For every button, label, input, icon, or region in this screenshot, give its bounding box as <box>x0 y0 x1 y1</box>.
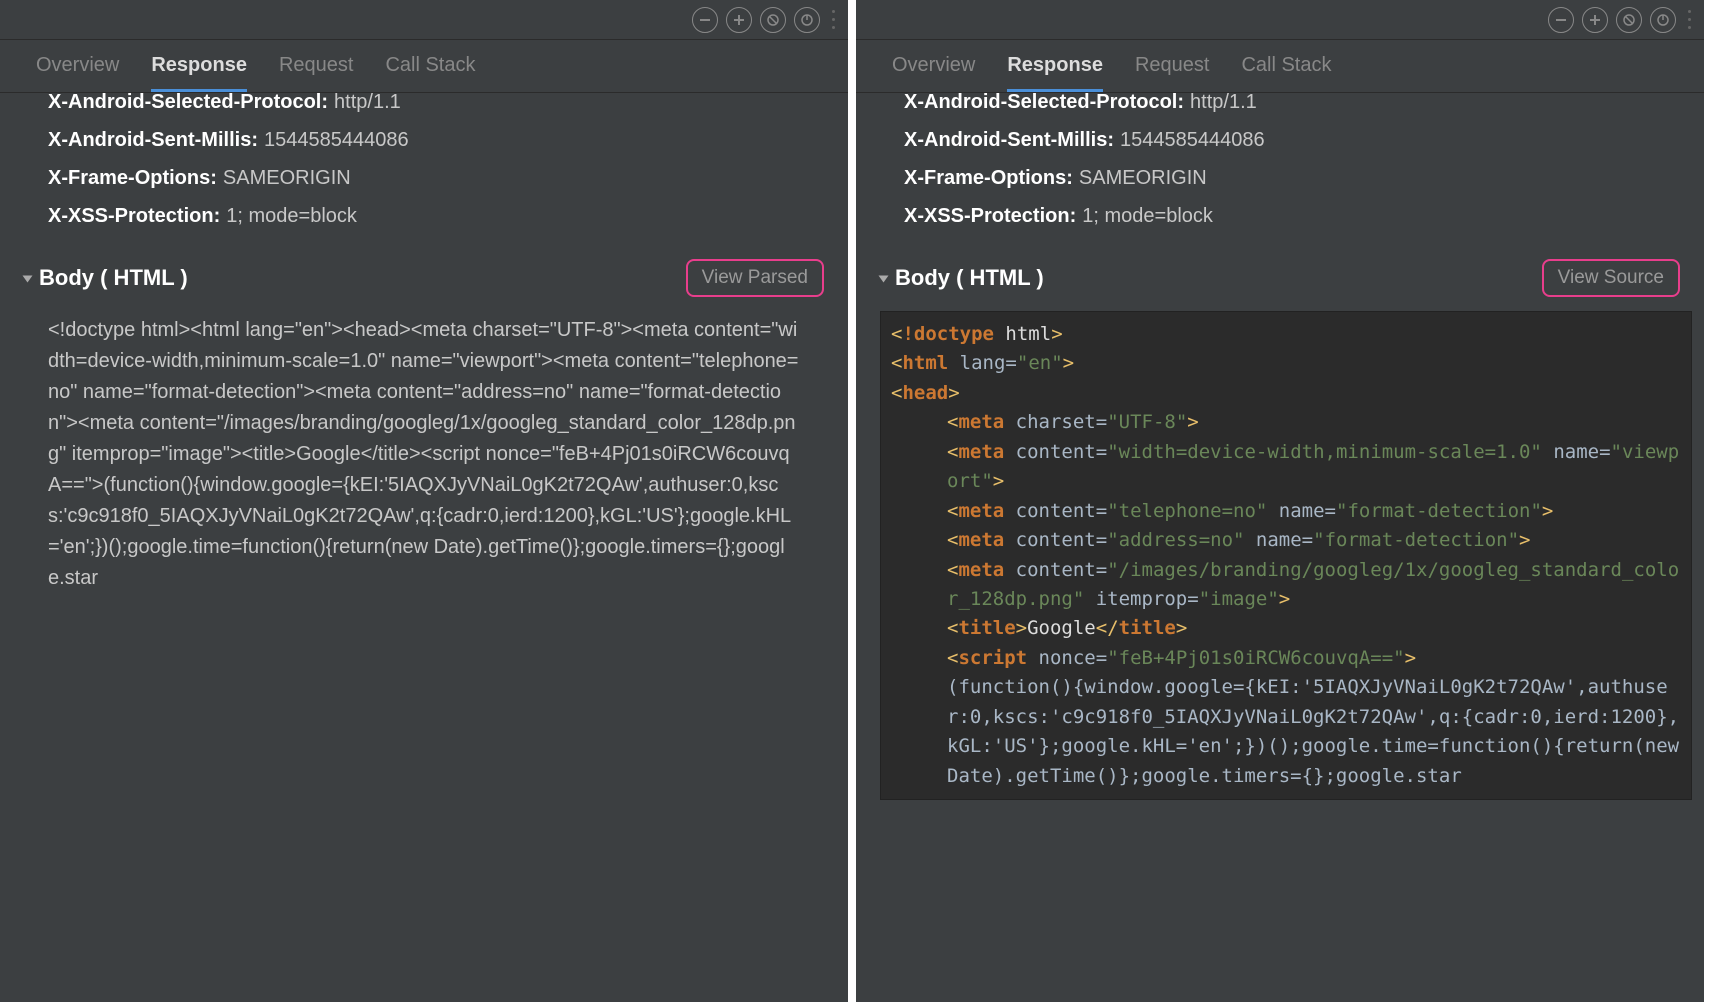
view-source-button[interactable]: View Source <box>1542 259 1680 297</box>
minus-button[interactable] <box>1548 7 1574 33</box>
plus-button[interactable] <box>726 7 752 33</box>
toolbar <box>856 0 1704 40</box>
view-parsed-button[interactable]: View Parsed <box>686 259 824 297</box>
tab-request[interactable]: Request <box>279 54 354 92</box>
disclosure-icon <box>879 276 889 283</box>
header-row: X-XSS-Protection1; mode=block <box>904 197 1656 235</box>
plus-button[interactable] <box>1582 7 1608 33</box>
header-row: X-XSS-Protection1; mode=block <box>48 197 800 235</box>
toolbar <box>0 0 848 40</box>
header-row: X-Android-Sent-Millis1544585444086 <box>904 121 1656 159</box>
tab-callstack[interactable]: Call Stack <box>385 54 475 92</box>
header-row: X-Android-Selected-Protocolhttp/1.1 <box>904 93 1656 121</box>
header-name: X-Android-Sent-Millis <box>48 121 264 159</box>
block-button[interactable] <box>760 7 786 33</box>
header-name: X-XSS-Protection <box>904 197 1082 235</box>
body-section-header: Body ( HTML ) View Source <box>856 245 1704 305</box>
header-name: X-Android-Selected-Protocol <box>904 93 1190 121</box>
header-value: 1544585444086 <box>264 121 409 159</box>
response-content: X-Android-Selected-Protocolhttp/1.1 X-An… <box>856 93 1704 1002</box>
response-headers: X-Android-Selected-Protocolhttp/1.1 X-An… <box>856 93 1704 235</box>
header-row: X-Android-Sent-Millis1544585444086 <box>48 121 800 159</box>
body-title[interactable]: Body ( HTML ) <box>24 265 188 291</box>
body-title[interactable]: Body ( HTML ) <box>880 265 1044 291</box>
tab-callstack[interactable]: Call Stack <box>1241 54 1331 92</box>
header-value: 1; mode=block <box>226 197 357 235</box>
power-button[interactable] <box>1650 7 1676 33</box>
header-value: SAMEORIGIN <box>1079 159 1207 197</box>
body-parsed-code: <!doctype html><html lang="en"><head><me… <box>880 311 1692 800</box>
body-title-text: Body ( HTML ) <box>895 265 1044 290</box>
header-row: X-Frame-OptionsSAMEORIGIN <box>48 159 800 197</box>
header-name: X-Frame-Options <box>904 159 1079 197</box>
header-row: X-Frame-OptionsSAMEORIGIN <box>904 159 1656 197</box>
body-raw-source: <!doctype html><html lang="en"><head><me… <box>0 305 848 604</box>
header-name: X-Frame-Options <box>48 159 223 197</box>
disclosure-icon <box>23 276 33 283</box>
tab-bar: Overview Response Request Call Stack <box>0 40 848 93</box>
minus-button[interactable] <box>692 7 718 33</box>
response-content: X-Android-Selected-Protocolhttp/1.1 X-An… <box>0 93 848 1002</box>
tab-overview[interactable]: Overview <box>36 54 119 92</box>
left-pane: Overview Response Request Call Stack X-A… <box>0 0 856 1002</box>
tab-request[interactable]: Request <box>1135 54 1210 92</box>
header-row: X-Android-Selected-Protocolhttp/1.1 <box>48 93 800 121</box>
power-button[interactable] <box>794 7 820 33</box>
header-name: X-Android-Selected-Protocol <box>48 93 334 121</box>
tab-response[interactable]: Response <box>151 54 247 92</box>
header-value: http/1.1 <box>334 93 401 121</box>
right-pane: Overview Response Request Call Stack X-A… <box>856 0 1712 1002</box>
body-title-text: Body ( HTML ) <box>39 265 188 290</box>
more-icon[interactable] <box>832 8 836 32</box>
response-headers: X-Android-Selected-Protocolhttp/1.1 X-An… <box>0 93 848 235</box>
header-value: 1; mode=block <box>1082 197 1213 235</box>
more-icon[interactable] <box>1688 8 1692 32</box>
tab-response[interactable]: Response <box>1007 54 1103 92</box>
header-name: X-XSS-Protection <box>48 197 226 235</box>
body-section-header: Body ( HTML ) View Parsed <box>0 245 848 305</box>
tab-overview[interactable]: Overview <box>892 54 975 92</box>
tab-bar: Overview Response Request Call Stack <box>856 40 1704 93</box>
block-button[interactable] <box>1616 7 1642 33</box>
header-value: 1544585444086 <box>1120 121 1265 159</box>
header-value: http/1.1 <box>1190 93 1257 121</box>
header-value: SAMEORIGIN <box>223 159 351 197</box>
header-name: X-Android-Sent-Millis <box>904 121 1120 159</box>
